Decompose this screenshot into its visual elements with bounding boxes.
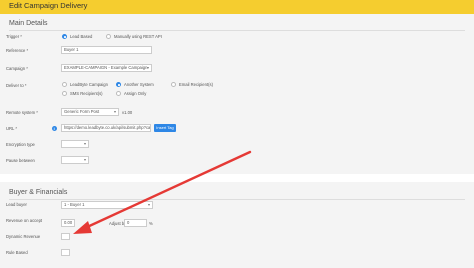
arrow-shaft	[83, 150, 252, 230]
annotation-arrow	[73, 150, 252, 234]
arrow-head	[73, 221, 92, 234]
